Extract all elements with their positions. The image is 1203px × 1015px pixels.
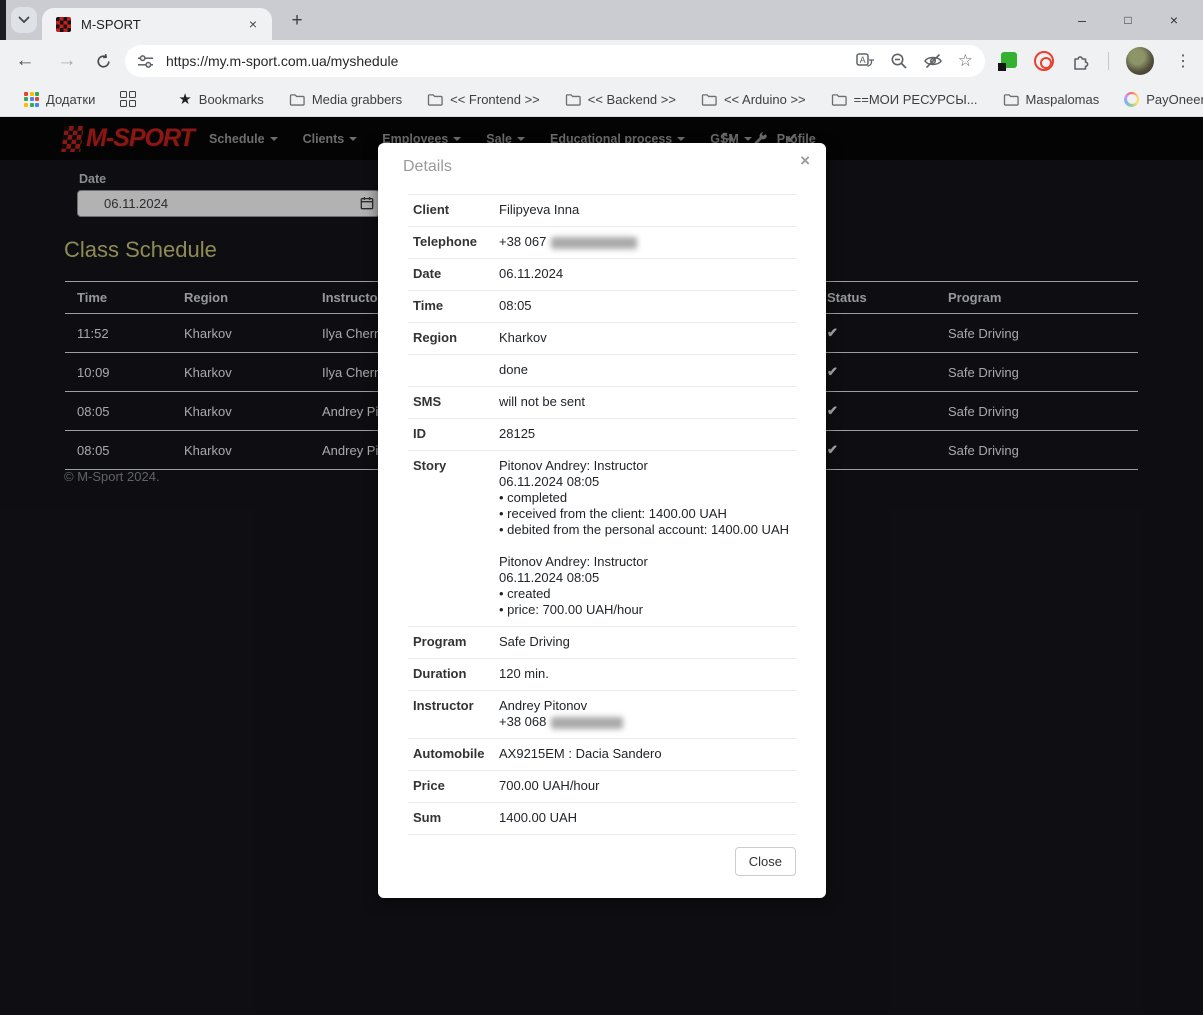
- extensions-puzzle-icon[interactable]: [1071, 51, 1091, 71]
- msport-favicon-icon: [56, 17, 71, 32]
- translate-icon[interactable]: A: [856, 53, 875, 70]
- folder-icon: [831, 93, 847, 106]
- zoom-out-icon[interactable]: [890, 52, 908, 70]
- refresh-button[interactable]: [88, 46, 118, 76]
- profile-avatar[interactable]: [1126, 47, 1154, 75]
- detail-row-time: Time 08:05: [408, 290, 796, 322]
- detail-row-story: Story Pitonov Andrey: Instructor 06.11.2…: [408, 450, 796, 626]
- modal-title: Details: [403, 158, 452, 175]
- star-icon: ★: [178, 90, 191, 108]
- detail-row-sum: Sum 1400.00 UAH: [408, 802, 796, 835]
- site-info-icon[interactable]: [137, 54, 154, 69]
- apps-grid-icon: [24, 92, 39, 107]
- close-button[interactable]: Close: [735, 847, 796, 876]
- chevron-down-icon: [18, 16, 30, 24]
- window-edge: [0, 0, 6, 40]
- bookmark-folder-media-grabbers[interactable]: Media grabbers: [283, 89, 408, 110]
- detail-row-sms: SMS will not be sent: [408, 386, 796, 418]
- minimize-button[interactable]: –: [1059, 12, 1105, 28]
- modal-body: Client Filipyeva Inna Telephone +38 067 …: [378, 182, 826, 835]
- window-close-button[interactable]: ×: [1151, 12, 1197, 28]
- bookmarks-bar: Додатки ★ Bookmarks Media grabbers << Fr…: [0, 82, 1203, 117]
- bookmark-folder-frontend[interactable]: << Frontend >>: [421, 89, 546, 110]
- detail-row-automobile: Automobile AX9215EM : Dacia Sandero: [408, 738, 796, 770]
- payoneer-icon: [1124, 92, 1139, 107]
- detail-row-price: Price 700.00 UAH/hour: [408, 770, 796, 802]
- details-modal: Details × Client Filipyeva Inna Telephon…: [378, 143, 826, 898]
- browser-chrome: M-SPORT × + – □ × ← → https://my.m-sport…: [0, 0, 1203, 117]
- folder-icon: [565, 93, 581, 106]
- detail-row-duration: Duration 120 min.: [408, 658, 796, 690]
- folder-icon: [1003, 93, 1019, 106]
- tab-title: M-SPORT: [81, 17, 244, 32]
- redacted-phone: [551, 237, 637, 249]
- modal-footer: Close: [378, 835, 826, 876]
- page-viewport: M-SPORT Schedule Clients Employees Sale …: [0, 117, 1203, 1015]
- red-target-extension-icon[interactable]: [1034, 51, 1054, 71]
- refresh-icon: [95, 53, 112, 70]
- bookmark-star-icon[interactable]: ☆: [958, 51, 973, 71]
- bookmark-apps[interactable]: Додатки: [18, 89, 101, 110]
- tab-close-icon[interactable]: ×: [244, 15, 262, 33]
- detail-row-instructor: Instructor Andrey Pitonov+38 068: [408, 690, 796, 738]
- folder-icon: [289, 93, 305, 106]
- bookmark-folder-arduino[interactable]: << Arduino >>: [695, 89, 812, 110]
- detail-row-client: Client Filipyeva Inna: [408, 194, 796, 226]
- browser-menu-kebab-icon[interactable]: ⋮: [1171, 51, 1195, 71]
- modal-close-icon[interactable]: ×: [800, 151, 810, 171]
- svg-text:A: A: [859, 55, 865, 65]
- folder-icon: [427, 93, 443, 106]
- address-bar[interactable]: https://my.m-sport.com.ua/myshedule A ☆: [125, 45, 985, 77]
- redacted-phone: [551, 717, 623, 729]
- bookmark-payoneer[interactable]: PayOneer: [1118, 89, 1203, 110]
- tab-strip: M-SPORT × + – □ ×: [0, 0, 1203, 40]
- forward-button[interactable]: →: [52, 46, 82, 76]
- hidden-eye-icon[interactable]: [923, 53, 943, 69]
- bookmark-folder-my-resources[interactable]: ==МОИ РЕСУРСЫ...: [825, 89, 984, 110]
- tab-search-button[interactable]: [11, 7, 37, 33]
- detail-row-date: Date 06.11.2024: [408, 258, 796, 290]
- green-extension-icon[interactable]: [998, 52, 1017, 71]
- detail-row-program: Program Safe Driving: [408, 626, 796, 658]
- detail-row-region: Region Kharkov: [408, 322, 796, 354]
- browser-tab[interactable]: M-SPORT ×: [42, 8, 272, 40]
- new-tab-button[interactable]: +: [284, 8, 310, 34]
- browser-toolbar: ← → https://my.m-sport.com.ua/myshedule …: [0, 40, 1203, 82]
- bookmark-grid-item[interactable]: [114, 88, 142, 110]
- bookmark-folder-backend[interactable]: << Backend >>: [559, 89, 682, 110]
- bookmark-folder-maspalomas[interactable]: Maspalomas: [997, 89, 1106, 110]
- maximize-button[interactable]: □: [1105, 13, 1151, 27]
- modal-header: Details ×: [378, 143, 826, 182]
- detail-row-state: done: [408, 354, 796, 386]
- toolbar-divider: [1108, 52, 1109, 70]
- url-text[interactable]: https://my.m-sport.com.ua/myshedule: [166, 53, 856, 69]
- detail-row-id: ID 28125: [408, 418, 796, 450]
- window-controls: – □ ×: [1059, 0, 1197, 40]
- back-button[interactable]: ←: [10, 46, 40, 76]
- detail-row-telephone: Telephone +38 067: [408, 226, 796, 258]
- bookmark-bookmarks[interactable]: ★ Bookmarks: [172, 87, 269, 111]
- extension-area: ⋮: [998, 40, 1195, 82]
- grid-squares-icon: [120, 91, 136, 107]
- folder-icon: [701, 93, 717, 106]
